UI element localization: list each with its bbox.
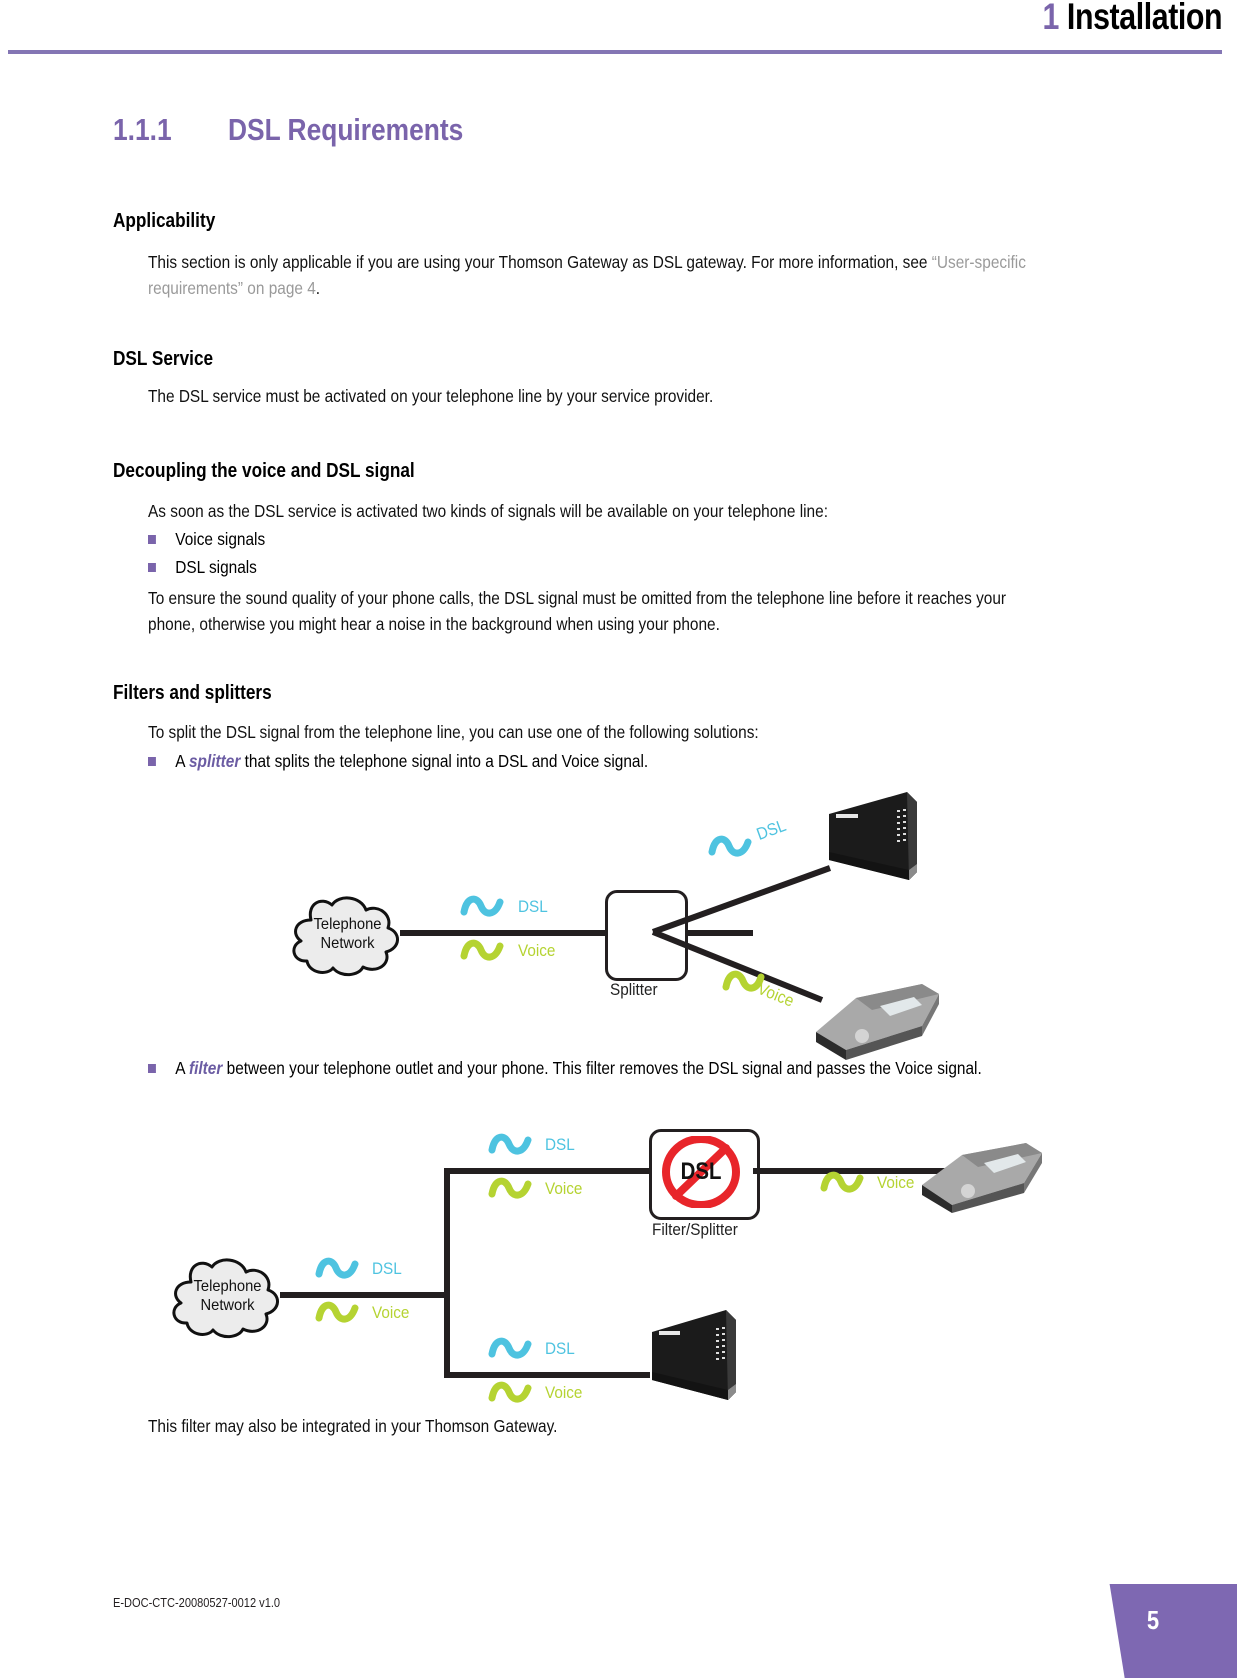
chapter-title: Installation: [1066, 0, 1223, 37]
section-title: DSL Requirements: [228, 112, 464, 147]
chapter-heading: 1 Installation: [1042, 0, 1222, 38]
cloud-label-line2: Network: [200, 1297, 255, 1314]
paragraph-decoupling: As soon as the DSL service is activated …: [148, 501, 828, 521]
bullet-square-icon: [148, 535, 156, 544]
footer-doc-code: E-DOC-CTC-20080527-0012 v1.0: [113, 1595, 281, 1610]
line-to-gateway: [444, 1372, 650, 1378]
voice-wave-icon: [488, 1177, 532, 1199]
cloud-label-line1: Telephone: [193, 1278, 262, 1295]
diagram-filter: Telephone Network DSL Voice DSL Voice DS…: [140, 1120, 1042, 1420]
dsl-wave-icon: [488, 1133, 532, 1155]
cloud-label-line2: Network: [320, 935, 375, 952]
line-trunk: [280, 1292, 450, 1298]
diagram-splitter: Telephone Network DSL Voice Splitter DSL: [260, 780, 960, 1060]
label-trunk-voice: Voice: [518, 941, 556, 960]
line-to-filter: [444, 1168, 650, 1174]
voice-wave-icon: [488, 1381, 532, 1403]
bullet-text-post: between your telephone outlet and your p…: [222, 1058, 982, 1078]
paragraph-applicability: This section is only applicable if you a…: [148, 249, 1046, 301]
label-trunk-dsl: DSL: [372, 1259, 402, 1278]
no-dsl-icon: DSL: [661, 1135, 741, 1209]
paragraph-dsl-service: The DSL service must be activated on you…: [148, 386, 714, 406]
dsl-wave-icon: [708, 835, 752, 857]
label-lower-dsl: DSL: [545, 1339, 575, 1358]
telephone-network-cloud: Telephone Network: [165, 1250, 290, 1340]
list-item: DSL signals: [148, 555, 1046, 579]
label-trunk-voice: Voice: [372, 1303, 410, 1322]
telephone-device: [810, 970, 945, 1060]
heading-filters-splitters: Filters and splitters: [113, 682, 272, 704]
label-trunk-dsl: DSL: [518, 897, 548, 916]
voice-wave-icon: [820, 1171, 864, 1193]
dsl-wave-icon: [315, 1257, 359, 1279]
label-upper-voice: Voice: [545, 1179, 583, 1198]
cloud-label-line1: Telephone: [313, 916, 382, 933]
thomson-gateway-device: [825, 790, 925, 885]
emphasis-splitter: splitter: [188, 751, 241, 771]
bullet-square-icon: [148, 757, 156, 766]
heading-decoupling: Decoupling the voice and DSL signal: [113, 460, 415, 482]
paragraph-filters-splitters: To split the DSL signal from the telepho…: [148, 722, 759, 742]
bullet-text-post: that splits the telephone signal into a …: [240, 751, 649, 771]
bullet-label: Voice signals: [175, 529, 266, 549]
page-header: 1 Installation: [0, 0, 1237, 60]
voice-wave-icon: [460, 939, 504, 961]
line-riser: [444, 1168, 450, 1378]
header-rule: [8, 50, 1222, 54]
heading-applicability: Applicability: [113, 210, 216, 232]
applicability-text-1: This section is only applicable if you a…: [148, 252, 932, 272]
list-item: A filter between your telephone outlet a…: [148, 1056, 1046, 1080]
applicability-text-2: .: [315, 278, 321, 298]
bullet-square-icon: [148, 1064, 156, 1073]
list-item: A splitter that splits the telephone sig…: [148, 749, 1046, 773]
telephone-device: [918, 1135, 1048, 1215]
thomson-gateway-device: [648, 1308, 743, 1406]
section-number: 1.1.1: [113, 112, 172, 147]
bullet-text-pre: A: [175, 751, 189, 771]
paragraph-decoupling-2: To ensure the sound quality of your phon…: [148, 588, 1007, 634]
dsl-wave-icon: [460, 895, 504, 917]
label-out-voice: Voice: [877, 1173, 915, 1192]
emphasis-filter: filter: [188, 1058, 223, 1078]
page-number: 5: [1146, 1605, 1160, 1635]
dsl-wave-icon: [488, 1337, 532, 1359]
chapter-number: 1: [1042, 0, 1059, 37]
bullet-text-pre: A: [175, 1058, 189, 1078]
label-filter-splitter: Filter/Splitter: [652, 1220, 738, 1239]
label-lower-voice: Voice: [545, 1383, 583, 1402]
bullet-square-icon: [148, 563, 156, 572]
bullet-label: DSL signals: [175, 557, 257, 577]
no-dsl-badge-label: DSL: [680, 1158, 722, 1185]
telephone-network-cloud: Telephone Network: [285, 888, 410, 978]
label-upper-dsl: DSL: [545, 1135, 575, 1154]
document-page: 1 Installation 1.1.1 DSL Requirements Ap…: [0, 0, 1237, 1678]
list-item: Voice signals: [148, 527, 1046, 551]
paragraph-closing: This filter may also be integrated in yo…: [148, 1416, 558, 1436]
voice-wave-icon: [315, 1301, 359, 1323]
section-heading: 1.1.1 DSL Requirements: [113, 112, 505, 148]
heading-dsl-service: DSL Service: [113, 348, 214, 370]
